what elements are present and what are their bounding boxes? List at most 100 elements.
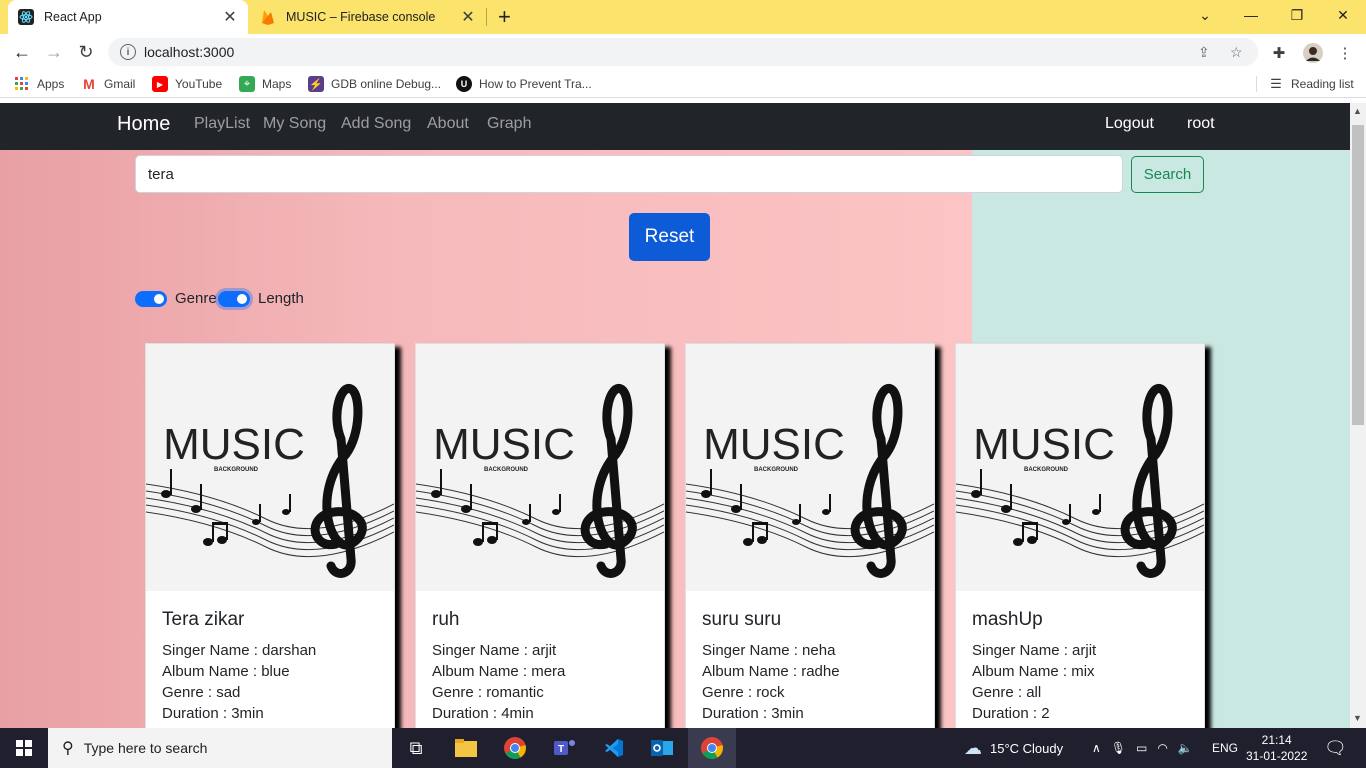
logout-link[interactable]: Logout [1105, 115, 1154, 133]
search-icon: ⚲ [62, 740, 74, 757]
song-title: mashUp [972, 609, 1043, 630]
chrome-active-icon[interactable] [688, 728, 736, 768]
duration: Duration : 4min [432, 705, 534, 722]
search-input[interactable]: tera [135, 155, 1123, 193]
tab-firebase[interactable]: MUSIC – Firebase console ✕ [250, 0, 486, 34]
wifi-icon[interactable]: ◠ [1157, 741, 1167, 755]
chevron-up-icon[interactable]: ∧ [1092, 741, 1101, 755]
bookmark-label: YouTube [175, 77, 223, 91]
outlook-icon[interactable] [638, 728, 686, 768]
cover-word: MUSIC [163, 420, 305, 469]
album-name: Album Name : mera [432, 663, 566, 680]
search-button[interactable]: Search [1131, 156, 1204, 193]
bookmark-label: Apps [37, 77, 65, 91]
info-icon[interactable]: i [120, 44, 136, 60]
music-cover-image: MUSIC BACKGROUND [686, 344, 934, 591]
scroll-up-icon[interactable]: ▲ [1353, 106, 1362, 116]
genre-label: Genre [175, 290, 217, 307]
microphone-icon[interactable]: 🎙 [1111, 741, 1126, 755]
song-card[interactable]: MUSIC BACKGROUND [415, 343, 665, 728]
chrome-icon[interactable] [491, 728, 539, 768]
cover-word: MUSIC [703, 420, 845, 469]
bookmark-youtube[interactable]: ▶ YouTube [152, 76, 222, 92]
minimize-icon[interactable]: — [1228, 0, 1274, 30]
bookmark-gdb[interactable]: ⚡ GDB online Debug... [308, 76, 441, 92]
new-tab-icon[interactable]: + [498, 4, 511, 30]
album-name: Album Name : radhe [702, 663, 840, 680]
battery-icon[interactable]: ▭ [1136, 741, 1147, 755]
reload-icon[interactable]: ↻ [74, 40, 98, 64]
bookmark-gmail[interactable]: M Gmail [81, 76, 135, 92]
restore-icon[interactable]: ❐ [1274, 0, 1320, 30]
scroll-down-icon[interactable]: ▼ [1353, 713, 1362, 723]
app-navbar: Home PlayList My Song Add Song About Gra… [0, 103, 1350, 150]
duration: Duration : 3min [162, 705, 264, 722]
reset-button[interactable]: Reset [629, 213, 710, 261]
teams-icon[interactable]: T [541, 728, 589, 768]
bookmark-star-icon[interactable]: ☆ [1230, 38, 1243, 66]
music-cover-image: MUSIC BACKGROUND [416, 344, 664, 591]
task-view-icon[interactable]: ⧉ [392, 728, 440, 768]
vscode-icon[interactable] [590, 728, 638, 768]
song-title: Tera zikar [162, 609, 245, 630]
song-card[interactable]: MUSIC BACKGROUND [685, 343, 935, 728]
react-icon [18, 9, 34, 25]
nav-home[interactable]: Home [117, 113, 170, 136]
scroll-thumb[interactable] [1352, 125, 1364, 425]
lightning-icon: ⚡ [308, 76, 324, 92]
user-name[interactable]: root [1187, 115, 1215, 133]
reading-list[interactable]: ☰ Reading list [1268, 76, 1354, 92]
singer-name: Singer Name : arjit [972, 642, 1097, 659]
album-name: Album Name : blue [162, 663, 290, 680]
search-input-value: tera [148, 165, 174, 183]
menu-dots-icon[interactable]: ⋮ [1334, 42, 1356, 64]
extensions-icon[interactable]: ✚ [1268, 42, 1290, 64]
clock[interactable]: 21:14 31-01-2022 [1246, 728, 1307, 768]
taskbar-search[interactable]: ⚲ Type here to search [48, 728, 392, 768]
genre-toggle[interactable] [135, 291, 167, 307]
length-label: Length [258, 290, 304, 307]
share-icon[interactable]: ⇪ [1198, 38, 1210, 66]
firebase-icon [260, 9, 276, 25]
browser-toolbar: ← → ↻ i localhost:3000 ⇪ ☆ ✚ ⋮ [0, 34, 1366, 70]
notifications-icon[interactable]: 🗨 [1324, 728, 1347, 768]
cover-sub: BACKGROUND [214, 467, 259, 473]
song-card[interactable]: MUSIC BACKGROUND [955, 343, 1205, 728]
vertical-scrollbar[interactable]: ▲ ▼ [1350, 103, 1366, 728]
bookmark-maps[interactable]: ⌖ Maps [239, 76, 291, 92]
song-card[interactable]: MUSIC BACKGROUND [145, 343, 395, 728]
weather-widget[interactable]: ☁ 15°C Cloudy [964, 728, 1063, 768]
nav-my-song[interactable]: My Song [263, 115, 326, 133]
tab-react-app[interactable]: React App ✕ [8, 0, 248, 34]
reading-list-label: Reading list [1291, 77, 1354, 91]
nav-graph[interactable]: Graph [487, 115, 531, 133]
taskbar-search-placeholder: Type here to search [83, 740, 208, 756]
forward-icon[interactable]: → [42, 40, 66, 64]
cloud-icon: ☁ [964, 737, 982, 758]
song-title: ruh [432, 609, 460, 630]
duration: Duration : 2 [972, 705, 1050, 722]
nav-playlist[interactable]: PlayList [194, 115, 250, 133]
bookmark-prevent[interactable]: U How to Prevent Tra... [456, 76, 592, 92]
profile-avatar[interactable] [1302, 42, 1324, 64]
length-toggle[interactable] [218, 291, 250, 307]
tab-search-chevron-icon[interactable]: ⌄ [1182, 0, 1228, 30]
nav-about[interactable]: About [427, 115, 469, 133]
windows-start-icon[interactable] [0, 728, 48, 768]
close-icon[interactable]: ✕ [460, 7, 476, 27]
bookmark-label: Maps [262, 77, 292, 91]
volume-icon[interactable]: 🔈 [1178, 741, 1193, 755]
bookmarks-bar: Apps M Gmail ▶ YouTube ⌖ Maps ⚡ GDB onli… [0, 70, 1366, 98]
system-tray[interactable]: ∧ 🎙 ▭ ◠ 🔈 [1092, 728, 1203, 768]
language-indicator[interactable]: ENG [1212, 728, 1238, 768]
genre: Genre : romantic [432, 684, 544, 701]
close-icon[interactable]: ✕ [222, 7, 238, 27]
address-bar[interactable]: i localhost:3000 ⇪ ☆ [108, 38, 1258, 66]
bookmark-apps[interactable]: Apps [14, 76, 64, 92]
back-icon[interactable]: ← [10, 40, 34, 64]
close-window-icon[interactable]: ✕ [1320, 0, 1366, 30]
page-content: Home PlayList My Song Add Song About Gra… [0, 103, 1350, 728]
file-explorer-icon[interactable] [442, 728, 490, 768]
apps-grid-icon [14, 76, 30, 92]
nav-add-song[interactable]: Add Song [341, 115, 411, 133]
